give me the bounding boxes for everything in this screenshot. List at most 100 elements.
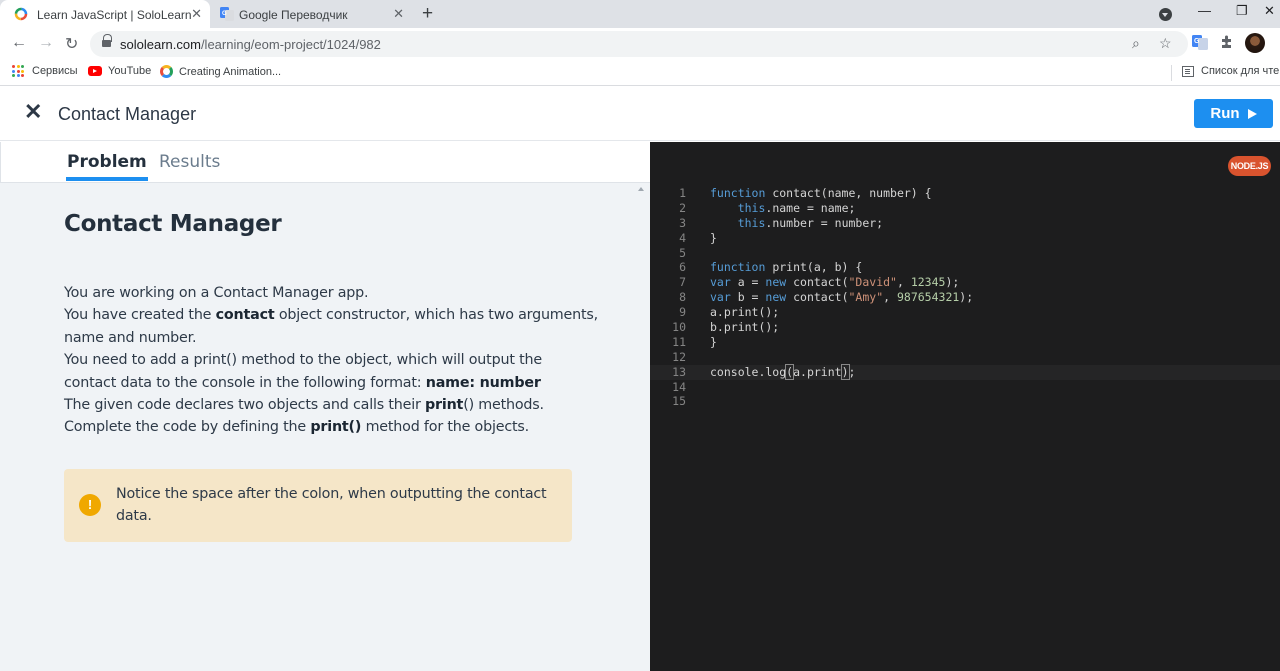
- tab-title: Learn JavaScript | SoloLearn: [37, 8, 192, 22]
- profile-avatar[interactable]: [1245, 33, 1265, 53]
- code-line[interactable]: 5: [650, 246, 1280, 261]
- text-run: method for the objects.: [361, 419, 530, 436]
- code-token: }: [710, 334, 717, 349]
- code-token: function: [710, 260, 766, 275]
- code-token: function: [710, 186, 766, 200]
- bookmark-services[interactable]: Сервисы: [12, 65, 78, 77]
- code-token: 12345: [910, 275, 946, 290]
- line-code: }: [710, 231, 717, 246]
- code-line[interactable]: 3 this.number = number;: [650, 216, 1280, 231]
- line-number: 3: [679, 215, 686, 230]
- code-token: ,: [883, 290, 897, 305]
- new-tab-button[interactable]: +: [422, 3, 433, 25]
- line-number: 11: [672, 334, 686, 349]
- code-token: ,: [896, 275, 911, 290]
- url-text: sololearn.com/learning/eom-project/1024/…: [120, 37, 381, 52]
- line-code: a.print();: [710, 305, 779, 320]
- text-run: contact data to the console in the follo…: [64, 374, 426, 391]
- tab-search-icon[interactable]: [1159, 8, 1172, 21]
- code-line[interactable]: 1 function contact(name, number) {: [650, 186, 1280, 201]
- code-token: print(a, b) {: [765, 260, 863, 275]
- reading-list-button[interactable]: Список для чтени: [1182, 65, 1280, 77]
- code-line[interactable]: 7 var a = new contact("David", 12345);: [650, 275, 1280, 290]
- browser-tab-strip: Learn JavaScript | SoloLearn ✕ G Google …: [0, 0, 1280, 28]
- run-button-label: Run: [1210, 105, 1240, 122]
- line-code: b.print();: [710, 320, 779, 335]
- bold-term: print(): [310, 419, 362, 436]
- text-run: You have created the: [64, 307, 216, 324]
- close-tab-icon[interactable]: ✕: [393, 6, 404, 22]
- line-number: 2: [679, 200, 686, 215]
- code-token: contact(: [786, 275, 849, 290]
- description-line: Complete the code by defining the print(…: [64, 416, 604, 438]
- scroll-up-icon[interactable]: [638, 187, 644, 191]
- text-run: () methods.: [463, 397, 544, 414]
- code-token: b.print();: [710, 320, 780, 335]
- code-token: "Amy": [848, 290, 884, 305]
- code-line[interactable]: 11}: [650, 335, 1280, 350]
- code-line[interactable]: 6 function print(a, b) {: [650, 260, 1280, 275]
- zoom-icon[interactable]: ⌕: [1132, 35, 1140, 52]
- code-token: new: [765, 275, 787, 290]
- code-line[interactable]: 4}: [650, 231, 1280, 246]
- problem-heading: Contact Manager: [64, 211, 282, 237]
- svg-text:G: G: [1194, 38, 1200, 45]
- code-token: a.print();: [710, 305, 780, 320]
- close-window-icon[interactable]: ✕: [1264, 3, 1275, 19]
- bookmark-youtube[interactable]: YouTube: [88, 65, 151, 77]
- tab-results[interactable]: Results: [159, 152, 220, 172]
- text-run: You are working on a Contact Manager app…: [64, 285, 369, 301]
- bookmark-star-icon[interactable]: ☆: [1159, 35, 1172, 52]
- google-translate-extension-icon[interactable]: G: [1192, 34, 1208, 50]
- line-number: 7: [679, 275, 686, 290]
- code-line[interactable]: 2 this.name = name;: [650, 201, 1280, 216]
- code-line[interactable]: 14: [650, 380, 1280, 395]
- line-code: function contact(name, number) {: [710, 186, 932, 201]
- address-bar[interactable]: sololearn.com/learning/eom-project/1024/…: [90, 31, 1188, 57]
- code-token: a.print: [793, 364, 842, 379]
- code-line[interactable]: 9 a.print();: [650, 305, 1280, 320]
- code-lines[interactable]: 1 function contact(name, number) {2 this.…: [650, 186, 1280, 409]
- minimize-icon[interactable]: —: [1198, 3, 1211, 18]
- browser-tab-google-translate[interactable]: G Google Переводчик ✕: [212, 0, 412, 28]
- bookmarks-bar: Сервисы YouTube Creating Animation... Сп…: [0, 60, 1280, 86]
- code-line[interactable]: 13 console.log(a.print);: [650, 363, 1280, 380]
- run-button[interactable]: Run: [1194, 99, 1273, 128]
- tab-problem[interactable]: Problem: [66, 152, 148, 181]
- description-line: You have created the contact object cons…: [64, 304, 604, 326]
- problem-description: You are working on a Contact Manager app…: [64, 282, 604, 439]
- extensions-puzzle-icon[interactable]: [1219, 34, 1235, 50]
- code-token: 987654321: [896, 290, 960, 305]
- play-icon: [1247, 108, 1257, 119]
- problem-panel: Problem Results Contact Manager You are …: [0, 142, 650, 671]
- page-title: Contact Manager: [58, 104, 197, 124]
- code-line[interactable]: 15: [650, 394, 1280, 409]
- apps-grid-icon: [12, 65, 24, 77]
- reading-list-icon: [1182, 65, 1194, 77]
- code-token: var: [710, 275, 731, 290]
- code-editor[interactable]: NODE.JS 1 function contact(name, number) …: [650, 142, 1280, 671]
- close-tab-icon[interactable]: ✕: [191, 6, 202, 22]
- browser-tab-sololearn[interactable]: Learn JavaScript | SoloLearn ✕: [0, 0, 210, 28]
- google-translate-icon: G: [220, 7, 234, 21]
- code-line[interactable]: 8 var b = new contact("Amy", 987654321);: [650, 290, 1280, 305]
- line-number: 8: [679, 290, 686, 305]
- text-run: name and number.: [64, 329, 197, 346]
- code-token: a =: [730, 275, 766, 290]
- bookmark-label: Creating Animation...: [179, 65, 282, 78]
- description-line: name and number.: [64, 327, 604, 349]
- app-header: ✕ Contact Manager Run: [0, 87, 1280, 141]
- bookmark-creating-animation[interactable]: Creating Animation...: [160, 65, 281, 78]
- code-line[interactable]: 10 b.print();: [650, 320, 1280, 335]
- close-icon[interactable]: ✕: [24, 101, 42, 123]
- code-line[interactable]: 12: [650, 350, 1280, 365]
- back-icon[interactable]: ←: [11, 34, 27, 52]
- restore-icon[interactable]: ❐: [1236, 3, 1248, 19]
- line-code: function print(a, b) {: [710, 260, 862, 275]
- reload-icon[interactable]: ↻: [65, 34, 78, 54]
- tab-title: Google Переводчик: [239, 8, 348, 22]
- bold-term: contact: [215, 307, 275, 324]
- forward-icon[interactable]: →: [38, 34, 54, 52]
- code-token: console.log: [710, 364, 787, 379]
